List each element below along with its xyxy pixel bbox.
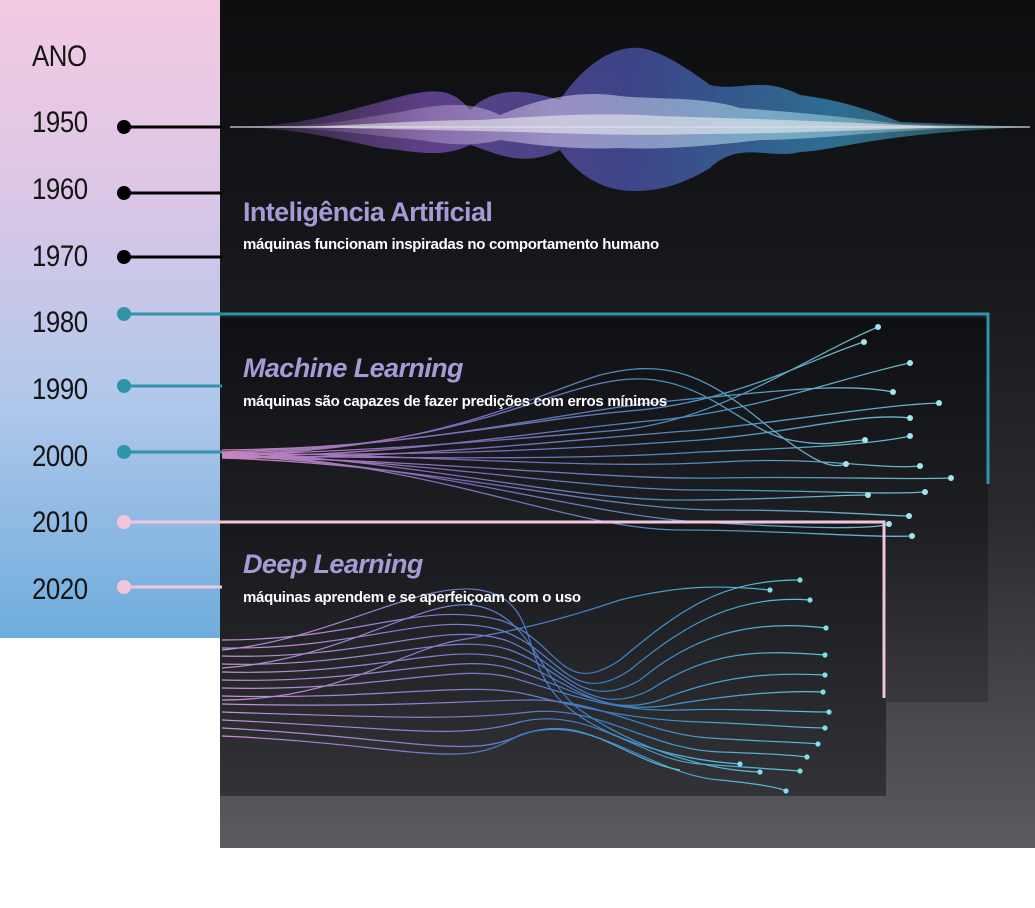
ai-title: Inteligência Artificial <box>243 197 493 227</box>
ai-wave-graphic <box>230 47 1030 191</box>
dl-subtitle: máquinas aprendem e se aperfeiçoam com o… <box>243 589 581 606</box>
dl-title: Deep Learning <box>243 549 423 579</box>
dl-connector-dots <box>117 515 131 594</box>
ml-title: Machine Learning <box>243 353 464 383</box>
dl-flow-graphic <box>221 579 830 792</box>
dl-flow-nodes <box>737 577 832 794</box>
ml-network-nodes <box>843 324 954 539</box>
ai-connectors <box>117 120 222 264</box>
dl-connectors <box>124 520 886 698</box>
timeline-illustration <box>117 47 1030 794</box>
ai-subtitle: máquinas funcionam inspiradas no comport… <box>243 236 659 253</box>
ml-subtitle: máquinas são capazes de fazer predições … <box>243 393 667 410</box>
ml-connector-dots <box>117 307 131 459</box>
